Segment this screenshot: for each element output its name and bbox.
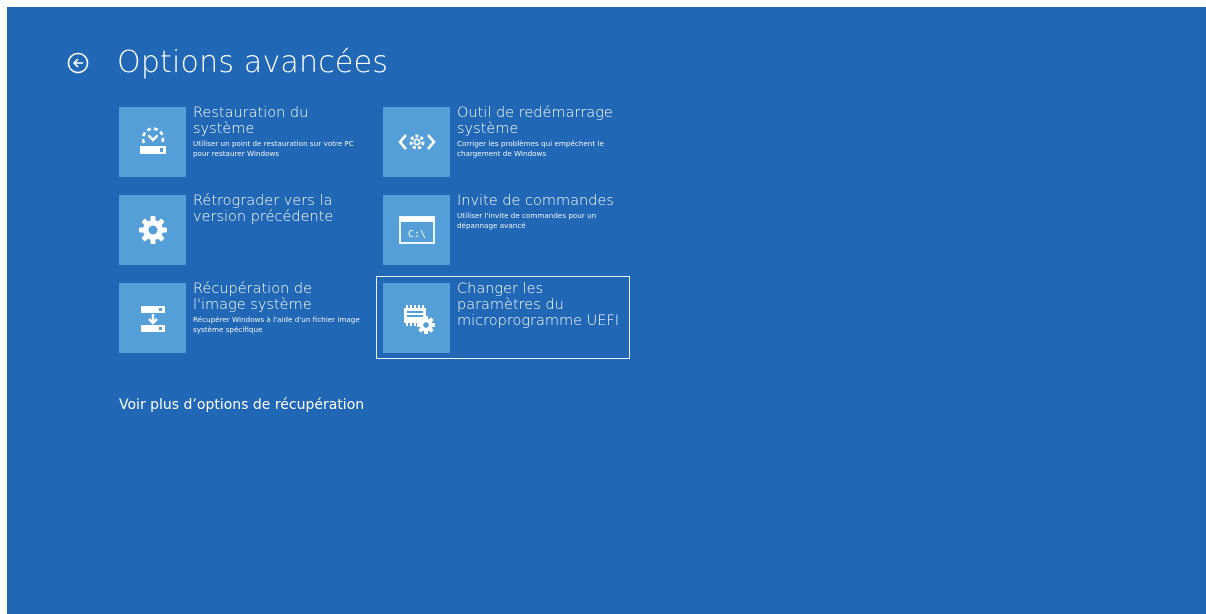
tile-text: Invite de commandes Utiliser l'invite de… xyxy=(457,193,627,231)
tile-icon-box xyxy=(383,283,450,353)
tile-uefi-firmware-settings[interactable]: Changer les paramètres du microprogramme… xyxy=(376,276,630,359)
startup-repair-icon xyxy=(397,134,436,150)
tile-icon-box xyxy=(119,195,186,265)
tile-text: Récupération de l'image système Récupére… xyxy=(193,281,363,335)
gear-icon xyxy=(138,216,167,244)
tile-icon-box xyxy=(119,283,186,353)
tile-command-prompt[interactable]: C:\ Invite de commandes Utiliser l'invit… xyxy=(383,193,627,265)
tile-description: Corriger les problèmes qui empêchent le … xyxy=(457,139,604,158)
tile-text: Rétrograder vers la version précédente xyxy=(193,193,363,227)
tile-description: Récupérer Windows à l'aide d'un fichier … xyxy=(193,315,360,334)
command-prompt-icon: C:\ xyxy=(398,216,435,244)
tile-title: Changer les paramètres du microprogramme… xyxy=(457,281,620,329)
page-title: Options avancées xyxy=(117,45,389,80)
advanced-options-screen: Options avancées Restauration du système… xyxy=(7,7,1206,614)
tile-icon-box: C:\ xyxy=(383,195,450,265)
tile-description: Utiliser un point de restauration sur vo… xyxy=(193,139,354,158)
tile-text: Outil de redémarrage système Corriger le… xyxy=(457,105,627,159)
tile-icon-box xyxy=(383,107,450,177)
tile-go-back-previous-version[interactable]: Rétrograder vers la version précédente xyxy=(119,193,363,265)
tile-system-restore[interactable]: Restauration du système Utiliser un poin… xyxy=(119,105,363,177)
tile-text: Restauration du système Utiliser un poin… xyxy=(193,105,363,159)
tile-system-image-recovery[interactable]: Récupération de l'image système Récupére… xyxy=(119,281,363,353)
command-prompt-label: C:\ xyxy=(407,229,425,240)
back-arrow-circle-icon[interactable] xyxy=(67,52,89,74)
tile-startup-repair[interactable]: Outil de redémarrage système Corriger le… xyxy=(383,105,627,177)
tile-title: Récupération de l'image système xyxy=(193,281,312,313)
tile-title: Invite de commandes xyxy=(457,193,614,209)
tile-title: Restauration du système xyxy=(193,105,309,137)
uefi-firmware-settings-icon xyxy=(403,305,435,334)
tile-text: Changer les paramètres du microprogramme… xyxy=(457,281,627,331)
tile-title: Rétrograder vers la version précédente xyxy=(193,193,334,225)
tile-title: Outil de redémarrage système xyxy=(457,105,613,137)
header: Options avancées xyxy=(67,43,388,83)
tile-description: Utiliser l'invite de commandes pour un d… xyxy=(457,211,597,230)
system-image-recovery-icon xyxy=(140,306,165,332)
more-recovery-options-link[interactable]: Voir plus d’options de récupération xyxy=(119,395,364,415)
system-restore-icon xyxy=(139,127,166,154)
tile-icon-box xyxy=(119,107,186,177)
